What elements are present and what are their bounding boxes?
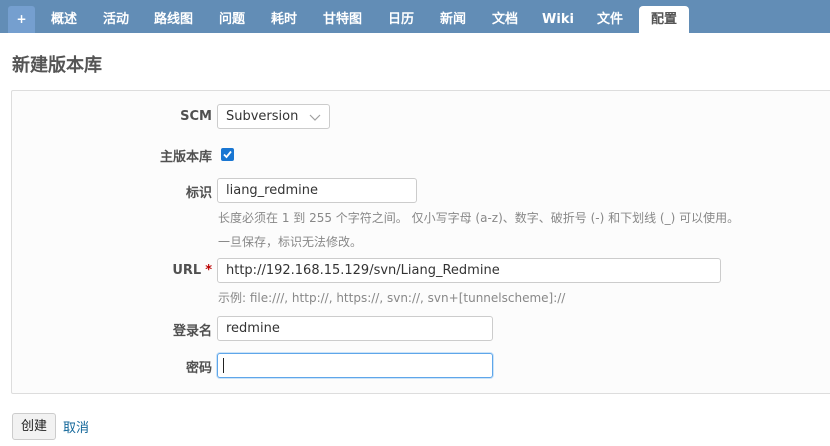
cancel-link[interactable]: 取消 — [63, 417, 89, 436]
identifier-hint: 长度必须在 1 到 255 个字符之间。 仅小写字母 (a-z)、数字、破折号 … — [218, 211, 740, 225]
url-input[interactable]: http://192.168.15.129/svn/Liang_Redmine — [217, 258, 721, 283]
scm-label: SCM — [180, 109, 212, 124]
tab-overview[interactable]: 概述 — [47, 6, 81, 33]
tab-settings[interactable]: 配置 — [639, 6, 689, 33]
identifier-input[interactable]: liang_redmine — [217, 178, 417, 203]
tab-documents[interactable]: 文档 — [488, 6, 522, 33]
tab-news[interactable]: 新闻 — [436, 6, 470, 33]
login-label: 登录名 — [172, 324, 212, 339]
tab-issues[interactable]: 问题 — [215, 6, 249, 33]
page-title: 新建版本库 — [12, 55, 102, 76]
chevron-down-icon — [309, 109, 321, 132]
identifier-label: 标识 — [185, 186, 212, 201]
url-hint: 示例: file:///, http://, https://, svn://,… — [218, 291, 566, 305]
scm-value: Subversion — [226, 109, 299, 124]
password-label: 密码 — [185, 361, 212, 376]
repository-form — [11, 90, 830, 394]
tab-gantt[interactable]: 甘特图 — [319, 6, 366, 33]
tab-wiki[interactable]: Wiki — [540, 6, 576, 33]
main-repo-label: 主版本库 — [159, 150, 212, 165]
tab-time[interactable]: 耗时 — [267, 6, 301, 33]
scm-select[interactable]: Subversion — [217, 104, 330, 129]
checkmark-icon — [223, 150, 232, 159]
tab-calendar[interactable]: 日历 — [384, 6, 418, 33]
tab-activity[interactable]: 活动 — [99, 6, 133, 33]
url-label: URL * — [120, 263, 212, 278]
text-caret — [223, 358, 224, 373]
identifier-hint-immutable: 一旦保存，标识无法修改。 — [218, 235, 363, 249]
login-input[interactable]: redmine — [217, 316, 493, 341]
project-menu: + 概述 活动 路线图 问题 耗时 甘特图 日历 新闻 文档 Wiki 文件 配… — [0, 0, 830, 33]
tab-new[interactable]: + — [8, 6, 35, 33]
required-mark: * — [205, 263, 212, 278]
tab-roadmap[interactable]: 路线图 — [150, 6, 197, 33]
url-label-text: URL — [172, 263, 202, 278]
password-input[interactable] — [217, 353, 493, 378]
create-button[interactable]: 创建 — [12, 413, 56, 440]
tab-files[interactable]: 文件 — [593, 6, 627, 33]
main-repo-checkbox[interactable] — [221, 148, 234, 161]
